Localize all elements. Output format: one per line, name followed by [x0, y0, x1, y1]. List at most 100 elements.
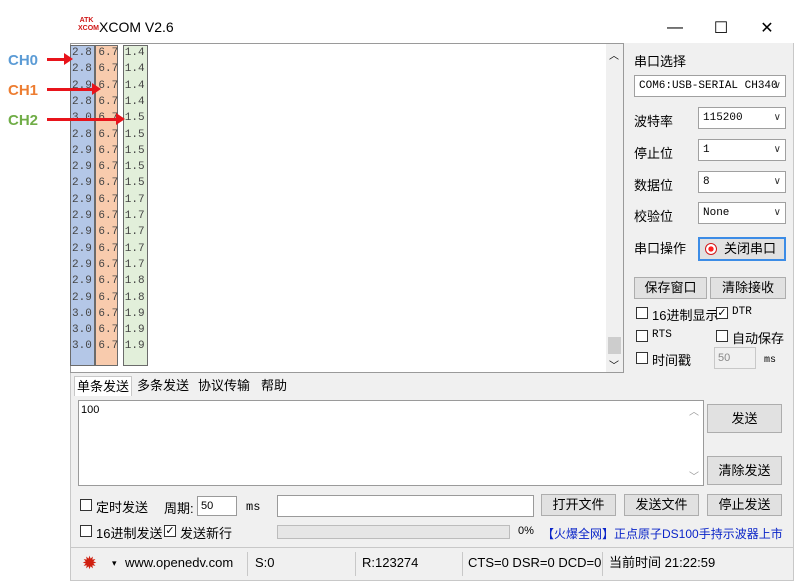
- status-separator: [247, 552, 248, 576]
- close-button[interactable]: ✕: [744, 12, 790, 43]
- maximize-button[interactable]: ☐: [698, 12, 744, 43]
- chevron-down-icon: ∨: [773, 112, 781, 123]
- parity-label: 校验位: [634, 209, 674, 224]
- stopbits-dropdown[interactable]: 1 ∨: [698, 139, 786, 161]
- baud-label: 波特率: [634, 114, 674, 129]
- period-label: 周期:: [164, 501, 194, 516]
- timestamp-label: 时间戳: [652, 353, 692, 368]
- window-title: XCOM V2.6: [99, 19, 174, 35]
- tab-single-send[interactable]: 单条发送: [74, 376, 132, 396]
- send-scroll-down-icon[interactable]: ﹀: [689, 468, 699, 483]
- send-newline-checkbox[interactable]: ✓: [164, 525, 176, 537]
- period-unit: ms: [246, 500, 261, 514]
- ch0-arrow: [47, 58, 65, 61]
- status-separator: [462, 552, 463, 576]
- clear-receive-button[interactable]: 清除接收: [710, 277, 786, 299]
- receive-line: 2.9 6.7 1.5: [72, 161, 145, 174]
- save-window-button[interactable]: 保存窗口: [634, 277, 707, 299]
- receive-scrollbar[interactable]: [606, 44, 623, 372]
- timed-send-label: 定时发送: [96, 500, 149, 515]
- hex-display-label: 16进制显示: [652, 308, 719, 323]
- databits-dropdown[interactable]: 8 ∨: [698, 171, 786, 193]
- databits-value: 8: [703, 176, 710, 188]
- close-port-button[interactable]: 关闭串口: [698, 237, 786, 261]
- scroll-up-icon[interactable]: ︿: [609, 47, 619, 62]
- ch2-arrow: [47, 118, 117, 121]
- hex-send-checkbox[interactable]: [80, 525, 92, 537]
- rts-checkbox[interactable]: [636, 330, 648, 342]
- open-file-button[interactable]: 打开文件: [541, 494, 616, 516]
- xcom-logo-icon: ATK XCOM: [78, 17, 99, 34]
- ad-link[interactable]: 【火爆全网】正点原子DS100手持示波器上市: [542, 525, 783, 542]
- receive-line: 2.9 6.7 1.7: [72, 210, 145, 222]
- clear-send-button[interactable]: 清除发送: [707, 456, 782, 485]
- chevron-down-icon: ∨: [773, 176, 781, 187]
- rts-label: RTS: [652, 329, 672, 341]
- receive-line: 2.8 6.7 1.4: [72, 63, 145, 76]
- hex-send-label: 16进制发送: [96, 526, 163, 541]
- tab-protocol[interactable]: 协议传输: [194, 376, 254, 396]
- sent-count: S:0: [255, 555, 275, 570]
- timestamp-checkbox[interactable]: [636, 352, 648, 364]
- ch1-annotation-label: CH1: [8, 82, 39, 99]
- minimize-button[interactable]: —: [652, 12, 698, 43]
- current-time: 当前时间 21:22:59: [609, 555, 716, 570]
- baud-dropdown[interactable]: 115200 ∨: [698, 107, 786, 129]
- ch0-arrow-head: [64, 53, 73, 65]
- port-status-icon: [705, 243, 717, 255]
- send-textarea[interactable]: 100 ︿ ﹀: [78, 400, 704, 486]
- stop-send-button[interactable]: 停止发送: [707, 494, 782, 516]
- ch2-annotation-label: CH2: [8, 112, 39, 129]
- received-count: R:123274: [362, 555, 419, 570]
- dropdown-arrow-icon[interactable]: ▾: [112, 548, 117, 578]
- auto-save-label: 自动保存: [732, 331, 785, 346]
- receive-line: 2.8 6.7 1.4: [72, 47, 145, 59]
- receive-line: 3.0 6.7 1.9: [72, 307, 145, 320]
- send-file-button[interactable]: 发送文件: [624, 494, 699, 516]
- send-scroll-up-icon[interactable]: ︿: [689, 403, 699, 418]
- receive-line: 2.9 6.7 1.7: [72, 258, 145, 271]
- send-newline-label: 发送新行: [180, 526, 233, 541]
- ch2-arrow-head: [116, 113, 125, 125]
- receive-line: 3.0 6.7 1.9: [72, 324, 145, 337]
- receive-line: 2.9 6.7 1.7: [72, 242, 145, 255]
- port-op-label: 串口操作: [634, 241, 687, 256]
- gear-icon[interactable]: ✹: [82, 548, 97, 578]
- receive-line: 2.9 6.7 1.5: [72, 177, 145, 190]
- scroll-down-icon[interactable]: ﹀: [609, 357, 619, 372]
- send-text: 100: [81, 404, 100, 416]
- port-dropdown[interactable]: COM6:USB-SERIAL CH340 ∨: [634, 75, 786, 97]
- dtr-checkbox[interactable]: ✓: [716, 307, 728, 319]
- auto-save-checkbox[interactable]: [716, 330, 728, 342]
- line-status: CTS=0 DSR=0 DCD=0: [468, 555, 602, 570]
- timestamp-input[interactable]: 50: [714, 347, 756, 369]
- tab-multi-send[interactable]: 多条发送: [134, 376, 192, 396]
- receive-line: 2.9 6.7 1.8: [72, 291, 145, 304]
- parity-value: None: [703, 207, 730, 219]
- website-link[interactable]: www.openedv.com: [125, 548, 233, 578]
- receive-line: 2.8 6.7 1.4: [72, 95, 145, 108]
- chevron-down-icon: ∨: [773, 207, 781, 218]
- period-input[interactable]: 50: [197, 496, 237, 516]
- timed-send-checkbox[interactable]: [80, 499, 92, 511]
- ch1-arrow: [47, 88, 93, 91]
- parity-dropdown[interactable]: None ∨: [698, 202, 786, 224]
- file-path-input[interactable]: [277, 495, 534, 517]
- dtr-label: DTR: [732, 306, 752, 318]
- stopbits-label: 停止位: [634, 146, 674, 161]
- timestamp-unit: ms: [764, 355, 777, 366]
- receive-line: 2.8 6.7 1.5: [72, 128, 145, 141]
- receive-line: 3.0 6.7 1.9: [72, 340, 145, 353]
- send-progress-bar: [277, 525, 510, 539]
- port-select-label: 串口选择: [634, 54, 687, 69]
- scroll-thumb[interactable]: [608, 337, 621, 354]
- chevron-down-icon: ∨: [773, 80, 781, 91]
- hex-display-checkbox[interactable]: [636, 307, 648, 319]
- receive-line: 2.9 6.7 1.4: [72, 79, 145, 92]
- stopbits-value: 1: [703, 144, 710, 156]
- port-value: COM6:USB-SERIAL CH340: [639, 80, 778, 92]
- receive-textarea[interactable]: [70, 43, 624, 373]
- progress-percent: 0%: [518, 525, 534, 537]
- tab-help[interactable]: 帮助: [256, 376, 292, 396]
- send-button[interactable]: 发送: [707, 404, 782, 433]
